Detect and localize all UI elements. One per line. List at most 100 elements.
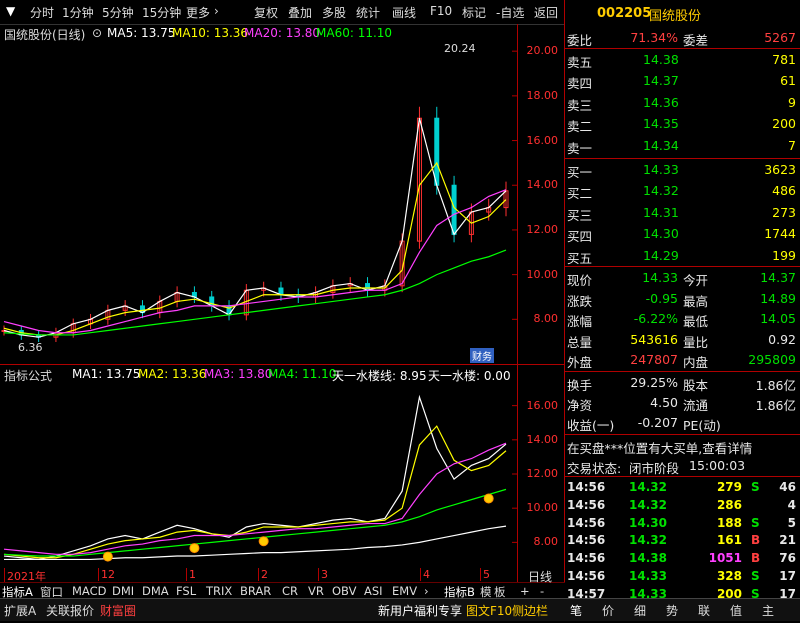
x-tick-label: 12 bbox=[98, 568, 115, 581]
quote-side-tab[interactable]: 笔 bbox=[570, 602, 582, 619]
back-button[interactable]: 返回 bbox=[534, 4, 558, 21]
indicator-tab[interactable]: FSL bbox=[176, 584, 196, 598]
max-price-label: 20.24 bbox=[444, 42, 476, 55]
statistics-button[interactable]: 统计 bbox=[356, 4, 380, 21]
stat-value: -6.22% bbox=[633, 311, 678, 326]
buy-volume: 3623 bbox=[764, 162, 796, 177]
sell-volume: 781 bbox=[772, 52, 796, 67]
sell-row: 卖四 14.37 61 bbox=[565, 71, 800, 91]
tab-15min[interactable]: 15分钟 bbox=[142, 4, 181, 21]
tick-side: S bbox=[751, 515, 760, 530]
buy-row: 买二 14.32 486 bbox=[565, 181, 800, 201]
stat-label: 涨跌 bbox=[567, 293, 593, 309]
remove-watchlist-button[interactable]: -自选 bbox=[496, 4, 524, 21]
divider bbox=[565, 266, 800, 267]
multi-stock-button[interactable]: 多股 bbox=[322, 4, 346, 21]
tick-volume: 279 bbox=[716, 480, 742, 494]
indicator-tab[interactable]: ASI bbox=[364, 584, 383, 598]
stat-value: 14.33 bbox=[642, 270, 678, 285]
sell-volume: 61 bbox=[780, 73, 796, 89]
bottom-tab[interactable]: 扩展A bbox=[4, 602, 36, 619]
indicator-tab-bar: 指标A 窗口 MACD DMI DMA FSL TRIX BRAR CR VR OBV ASI EMV ›… bbox=[0, 582, 565, 599]
f10-button[interactable]: F10 bbox=[430, 4, 452, 18]
indicator-line bbox=[3, 394, 507, 561]
notice-row[interactable]: 在买盘***位置有大买单,查看详情 bbox=[565, 436, 800, 456]
restore-rights-button[interactable]: 复权 bbox=[254, 4, 278, 21]
fund-label: 收益(一) bbox=[567, 418, 615, 433]
chevron-down-icon[interactable]: ⊙ bbox=[92, 26, 102, 40]
indicator-tab[interactable]: MACD bbox=[72, 584, 106, 598]
sell-row: 卖一 14.34 7 bbox=[565, 136, 800, 156]
sell-price: 14.35 bbox=[643, 116, 679, 132]
fund-label: 净资 bbox=[567, 398, 593, 413]
indicator-tab[interactable]: OBV bbox=[332, 584, 356, 598]
tick-price: 14.30 bbox=[629, 515, 667, 530]
main-kline-chart[interactable] bbox=[0, 40, 517, 364]
draw-line-button[interactable]: 画线 bbox=[392, 4, 416, 21]
indicator-tab[interactable]: › bbox=[424, 584, 429, 598]
candle-body bbox=[451, 184, 457, 235]
bottom-right-link[interactable]: 新用户福利专享 bbox=[378, 602, 462, 619]
divider bbox=[565, 158, 800, 159]
chevron-down-icon[interactable]: ▼ bbox=[6, 4, 15, 18]
stat-label: 外盘 bbox=[567, 355, 593, 370]
weibi-label: 委比 bbox=[567, 33, 593, 48]
buy-row: 买五 14.29 199 bbox=[565, 246, 800, 266]
stock-name: 国统股份 bbox=[649, 9, 702, 24]
finance-badge[interactable]: 财务 bbox=[470, 348, 494, 363]
tick-count: 5 bbox=[787, 515, 796, 530]
tick-time: 14:56 bbox=[567, 497, 606, 512]
bottom-tab[interactable]: 关联报价 bbox=[46, 602, 94, 619]
signal-marker bbox=[258, 536, 269, 547]
buy-label: 买四 bbox=[567, 229, 593, 245]
quote-side-tab[interactable]: 细 bbox=[634, 602, 646, 619]
period-label[interactable]: 日线 bbox=[528, 568, 552, 585]
tab-1min[interactable]: 1分钟 bbox=[62, 4, 94, 21]
indicator-tab[interactable]: BRAR bbox=[240, 584, 271, 598]
buy-volume: 486 bbox=[772, 183, 796, 199]
tick-time: 14:56 bbox=[567, 515, 606, 530]
tab-timeshare[interactable]: 分时 bbox=[30, 4, 54, 21]
indicator-tab[interactable]: DMI bbox=[112, 584, 134, 598]
stat-value: -0.95 bbox=[645, 290, 678, 306]
sell-price: 14.37 bbox=[643, 73, 679, 89]
indicator-tab[interactable]: + bbox=[520, 584, 530, 598]
buy-price: 14.30 bbox=[643, 226, 679, 242]
stats-row: 总量 543616 量比 0.92 bbox=[565, 330, 800, 350]
signal-marker bbox=[102, 551, 113, 562]
tick-count: 76 bbox=[779, 551, 796, 566]
indicator-tab[interactable]: CR bbox=[282, 584, 298, 598]
quote-side-tab[interactable]: 价 bbox=[602, 602, 614, 619]
indicator-tab[interactable]: DMA bbox=[142, 584, 169, 598]
chevron-right-icon[interactable]: › bbox=[214, 4, 219, 18]
tick-price: 14.38 bbox=[629, 551, 667, 566]
trade-status-label: 交易状态: bbox=[567, 461, 622, 476]
buy-price: 14.29 bbox=[643, 247, 679, 263]
big-order-notice: 在买盘***位置有大买单,查看详情 bbox=[567, 441, 753, 456]
quote-side-tab[interactable]: 联 bbox=[698, 602, 710, 619]
indicator-chart[interactable] bbox=[0, 380, 517, 568]
tab-5min[interactable]: 5分钟 bbox=[102, 4, 134, 21]
indicator-tab[interactable]: TRIX bbox=[206, 584, 232, 598]
bottom-tab[interactable]: 财富圈 bbox=[100, 602, 136, 619]
buy-label: 买五 bbox=[567, 250, 593, 266]
tick-side: B bbox=[751, 533, 761, 548]
quote-side-tab[interactable]: 值 bbox=[730, 602, 742, 619]
ma5-label: MA5: 13.75 bbox=[107, 26, 176, 40]
tick-price: 14.33 bbox=[629, 569, 667, 583]
weicha-value: 5267 bbox=[764, 30, 796, 45]
tab-more[interactable]: 更多 bbox=[186, 4, 210, 21]
overlay-button[interactable]: 叠加 bbox=[288, 4, 312, 21]
quote-side-tab[interactable]: 主 bbox=[762, 602, 774, 619]
tick-volume: 188 bbox=[716, 515, 742, 530]
mark-button[interactable]: 标记 bbox=[462, 4, 486, 21]
stat-value: 295809 bbox=[748, 352, 796, 367]
bottom-right-link[interactable]: 侧边栏 bbox=[512, 602, 548, 619]
buy-volume: 199 bbox=[772, 247, 796, 263]
indicator-tab[interactable]: EMV bbox=[392, 584, 417, 598]
indicator-tab[interactable]: - bbox=[540, 584, 544, 598]
indicator-tab[interactable]: VR bbox=[308, 584, 324, 598]
signal-marker bbox=[483, 493, 494, 504]
quote-side-tab[interactable]: 势 bbox=[666, 602, 678, 619]
bottom-right-link[interactable]: 图文F10 bbox=[466, 602, 512, 619]
